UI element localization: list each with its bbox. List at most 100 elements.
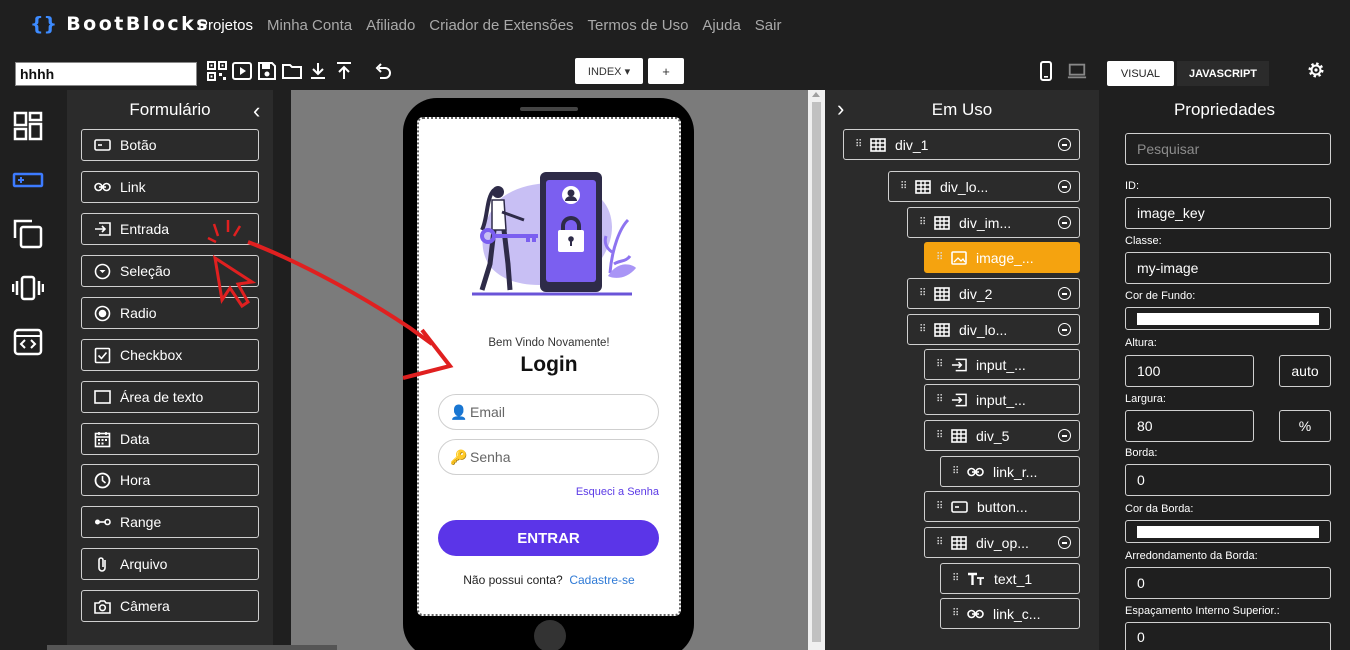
drag-handle-icon[interactable]: ⠿ bbox=[936, 430, 944, 441]
carousel-icon[interactable] bbox=[12, 272, 44, 304]
drag-handle-icon[interactable]: ⠿ bbox=[936, 252, 944, 263]
collapse-node-icon[interactable] bbox=[1058, 180, 1071, 193]
tree-node[interactable]: ⠿ input_... bbox=[924, 349, 1080, 380]
add-page-button[interactable]: + bbox=[648, 58, 684, 84]
border-radius-input[interactable]: 0 bbox=[1125, 567, 1331, 599]
component-button[interactable]: Botão bbox=[81, 129, 259, 161]
tree-node[interactable]: ⠿ input_... bbox=[924, 384, 1080, 415]
upload-icon[interactable] bbox=[334, 61, 354, 81]
collapse-node-icon[interactable] bbox=[1058, 323, 1071, 336]
copy-layers-icon[interactable] bbox=[12, 218, 44, 250]
tree-node[interactable]: ⠿ div_im... bbox=[907, 207, 1080, 238]
tree-node[interactable]: ⠿ link_r... bbox=[940, 456, 1080, 487]
qr-code-icon[interactable] bbox=[207, 61, 227, 81]
grid-icon bbox=[870, 137, 886, 152]
tree-node-selected[interactable]: ⠿ image_... bbox=[924, 242, 1080, 273]
padding-top-input[interactable]: 0 bbox=[1125, 622, 1331, 650]
nav-link-afiliado[interactable]: Afiliado bbox=[366, 17, 415, 34]
login-illustration[interactable] bbox=[462, 168, 640, 300]
password-field[interactable]: 🔑 Senha bbox=[438, 439, 659, 475]
drag-handle-icon[interactable]: ⠿ bbox=[936, 501, 944, 512]
tree-node[interactable]: ⠿ div_op... bbox=[924, 527, 1080, 558]
tree-node-label: input_... bbox=[976, 391, 1026, 408]
tree-node[interactable]: ⠿ div_2 bbox=[907, 278, 1080, 309]
tree-node[interactable]: ⠿ button... bbox=[924, 491, 1080, 522]
property-search-input[interactable]: Pesquisar bbox=[1125, 133, 1331, 165]
drag-handle-icon[interactable]: ⠿ bbox=[936, 394, 944, 405]
collapse-panel-icon[interactable]: ‹ bbox=[253, 98, 260, 124]
width-unit-select[interactable]: % bbox=[1279, 410, 1331, 442]
tree-node[interactable]: ⠿ text_1 bbox=[940, 563, 1080, 594]
signup-link[interactable]: Cadastre-se bbox=[569, 573, 634, 587]
id-input[interactable]: image_key bbox=[1125, 197, 1331, 229]
collapse-node-icon[interactable] bbox=[1058, 429, 1071, 442]
component-arquivo[interactable]: Arquivo bbox=[81, 548, 259, 580]
undo-icon[interactable] bbox=[373, 61, 393, 81]
page-select-button[interactable]: INDEX ▾ bbox=[575, 58, 643, 84]
component-camera[interactable]: Câmera bbox=[81, 590, 259, 622]
download-icon[interactable] bbox=[308, 61, 328, 81]
drag-handle-icon[interactable]: ⠿ bbox=[936, 537, 944, 548]
height-input[interactable]: 100 bbox=[1125, 355, 1254, 387]
drag-handle-icon[interactable]: ⠿ bbox=[952, 466, 960, 477]
drag-handle-icon[interactable]: ⠿ bbox=[952, 608, 960, 619]
border-input[interactable]: 0 bbox=[1125, 464, 1331, 496]
drag-handle-icon[interactable]: ⠿ bbox=[919, 324, 927, 335]
dashboard-icon[interactable] bbox=[12, 110, 44, 142]
collapse-node-icon[interactable] bbox=[1058, 287, 1071, 300]
height-unit-select[interactable]: auto bbox=[1279, 355, 1331, 387]
component-hora[interactable]: Hora bbox=[81, 464, 259, 496]
bottom-scrollbar[interactable] bbox=[47, 645, 337, 650]
canvas-scrollbar[interactable] bbox=[808, 90, 825, 650]
gear-icon[interactable] bbox=[1306, 60, 1326, 80]
nav-link-minha-conta[interactable]: Minha Conta bbox=[267, 17, 352, 34]
enter-button[interactable]: ENTRAR bbox=[438, 520, 659, 556]
background-color-picker[interactable] bbox=[1125, 307, 1331, 330]
component-data[interactable]: Data bbox=[81, 423, 259, 455]
tab-visual[interactable]: VISUAL bbox=[1107, 61, 1174, 86]
save-icon[interactable] bbox=[257, 61, 277, 81]
tree-node[interactable]: ⠿ div_lo... bbox=[907, 314, 1080, 345]
collapse-node-icon[interactable] bbox=[1058, 536, 1071, 549]
nav-link-ajuda[interactable]: Ajuda bbox=[702, 17, 740, 34]
drag-handle-icon[interactable]: ⠿ bbox=[936, 359, 944, 370]
class-input[interactable]: my-image bbox=[1125, 252, 1331, 284]
paperclip-icon bbox=[98, 556, 106, 572]
email-field[interactable]: 👤 Email bbox=[438, 394, 659, 430]
collapse-node-icon[interactable] bbox=[1058, 216, 1071, 229]
drag-handle-icon[interactable]: ⠿ bbox=[919, 217, 927, 228]
tree-node[interactable]: ⠿ link_c... bbox=[940, 598, 1080, 629]
play-icon[interactable] bbox=[232, 61, 252, 81]
border-radius-label: Arredondamento da Borda: bbox=[1125, 550, 1258, 562]
desktop-icon[interactable] bbox=[1067, 61, 1087, 81]
project-name-input[interactable] bbox=[15, 62, 197, 86]
component-range[interactable]: Range bbox=[81, 506, 259, 538]
component-link[interactable]: Link bbox=[81, 171, 259, 203]
tab-javascript[interactable]: JAVASCRIPT bbox=[1177, 61, 1269, 86]
border-color-picker[interactable] bbox=[1125, 520, 1331, 543]
tree-node[interactable]: ⠿ div_lo... bbox=[888, 171, 1080, 202]
brand-logo[interactable]: {} BootBlocks bbox=[30, 13, 210, 35]
nav-link-sair[interactable]: Sair bbox=[755, 17, 782, 34]
nav-link-projetos[interactable]: Projetos bbox=[198, 17, 253, 34]
nav-link-termos[interactable]: Termos de Uso bbox=[588, 17, 689, 34]
form-components-icon[interactable] bbox=[12, 164, 44, 196]
drag-handle-icon[interactable]: ⠿ bbox=[952, 573, 960, 584]
tree-node-label: div_2 bbox=[959, 285, 993, 302]
image-icon bbox=[951, 250, 967, 265]
nav-link-criador-extensoes[interactable]: Criador de Extensões bbox=[429, 17, 573, 34]
drag-handle-icon[interactable]: ⠿ bbox=[855, 139, 863, 150]
mobile-icon[interactable] bbox=[1036, 61, 1056, 81]
drag-handle-icon[interactable]: ⠿ bbox=[919, 288, 927, 299]
top-nav: {} BootBlocks Projetos Minha Conta Afili… bbox=[0, 0, 1350, 52]
width-input[interactable]: 80 bbox=[1125, 410, 1254, 442]
forgot-password-link[interactable]: Esqueci a Senha bbox=[440, 486, 659, 498]
folder-icon[interactable] bbox=[282, 61, 302, 81]
tree-node[interactable]: ⠿ div_5 bbox=[924, 420, 1080, 451]
drag-handle-icon[interactable]: ⠿ bbox=[900, 181, 908, 192]
app-window: {} BootBlocks Projetos Minha Conta Afili… bbox=[0, 0, 1350, 650]
collapse-node-icon[interactable] bbox=[1058, 138, 1071, 151]
component-label: Radio bbox=[120, 305, 157, 321]
tree-node[interactable]: ⠿ div_1 bbox=[843, 129, 1080, 160]
code-block-icon[interactable] bbox=[12, 326, 44, 358]
